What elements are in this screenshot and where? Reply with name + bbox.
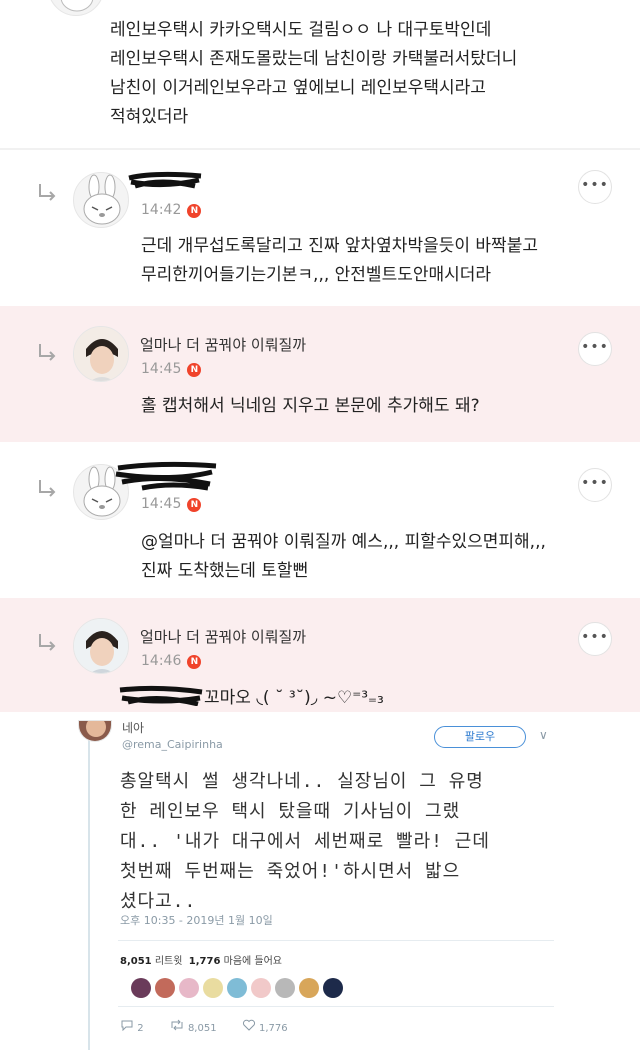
- divider: [118, 940, 554, 941]
- avatar[interactable]: [73, 172, 129, 228]
- tweet-text: 총알택시 썰 생각나네.. 실장님이 그 유명 한 레인보우 택시 탔을때 기사…: [120, 771, 490, 912]
- new-badge: N: [187, 363, 202, 377]
- liker-avatar[interactable]: [131, 978, 151, 998]
- mention-link[interactable]: @얼마나 더 꿈꿔야 이뤄질까: [141, 532, 346, 552]
- comment-5: 얼마나 더 꿈꿔야 이뤄질까 14:46 N ••• 꼬마오 ◟( ˘ ³˘)◞ …: [0, 598, 640, 712]
- tweet-author-name[interactable]: 네아: [122, 719, 144, 736]
- liker-avatar[interactable]: [299, 978, 319, 998]
- avatar[interactable]: [73, 326, 129, 382]
- comment-text: @얼마나 더 꿈꿔야 이뤄질까 예스,,, 피할수있으면피해,,, 진짜 도착했…: [141, 532, 546, 581]
- like-count[interactable]: 1,776: [189, 956, 221, 967]
- reply-action[interactable]: 2: [120, 1019, 144, 1034]
- profile-photo-icon: [74, 327, 128, 381]
- retweet-icon: [171, 1019, 183, 1031]
- new-badge: N: [187, 655, 202, 669]
- tweet-thread-line: [88, 728, 90, 1050]
- reply-arrow-icon: [39, 634, 56, 651]
- comment-time: 14:42 N: [141, 202, 202, 218]
- follow-button[interactable]: 팔로우: [434, 726, 526, 748]
- more-options-button[interactable]: •••: [578, 468, 612, 502]
- divider: [118, 1006, 554, 1007]
- retweet-action[interactable]: 8,051: [169, 1019, 217, 1034]
- reply-arrow-icon: [39, 480, 56, 497]
- chevron-down-icon[interactable]: ∨: [539, 728, 548, 742]
- avatar[interactable]: [73, 618, 129, 674]
- tweet-timestamp[interactable]: 오후 10:35 - 2019년 1월 10일: [120, 912, 273, 928]
- comment-time: 14:45 N: [141, 361, 202, 377]
- heart-icon: [242, 1019, 255, 1031]
- more-options-button[interactable]: •••: [578, 332, 612, 366]
- reply-arrow-icon: [39, 344, 56, 361]
- comment-3: 얼마나 더 꿈꿔야 이뤄질까 14:45 N ••• 홀 캡처해서 닉네임 지우고…: [0, 306, 640, 442]
- comment-nickname[interactable]: 얼마나 더 꿈꿔야 이뤄질까: [140, 626, 306, 647]
- reply-icon: [121, 1020, 133, 1032]
- liker-avatar[interactable]: [227, 978, 247, 998]
- comment-time: 14:46 N: [141, 653, 202, 669]
- like-label: 마음에 들어요: [223, 956, 283, 967]
- redacted-mention: [119, 685, 203, 706]
- comment-text: 근데 개무섭도록달리고 진짜 앞차옆차박을듯이 바짝붙고 무리한끼어들기는기본ㅋ…: [141, 236, 538, 285]
- comment-text: 꼬마오 ◟( ˘ ³˘)◞ ~♡⁼³₌₃: [204, 688, 384, 708]
- comment-1: 레인보우택시 카카오택시도 걸림ㅇㅇ 나 대구토박인데 레인보우택시 존재도몰랐…: [0, 0, 640, 148]
- liker-avatar[interactable]: [203, 978, 223, 998]
- like-action[interactable]: 1,776: [242, 1019, 288, 1034]
- liker-avatar[interactable]: [155, 978, 175, 998]
- redacted-nickname: [115, 461, 217, 491]
- new-badge: N: [187, 204, 202, 218]
- liker-avatar[interactable]: [323, 978, 343, 998]
- comment-time: 14:45 N: [141, 496, 202, 512]
- comment-nickname[interactable]: 얼마나 더 꿈꿔야 이뤄질까: [140, 334, 306, 355]
- retweet-count[interactable]: 8,051: [120, 956, 152, 967]
- comment-text: 레인보우택시 카카오택시도 걸림ㅇㅇ 나 대구토박인데 레인보우택시 존재도몰랐…: [110, 20, 518, 127]
- avatar[interactable]: [48, 0, 104, 16]
- retweet-label: 리트윗: [154, 956, 183, 967]
- comment-text: 홀 캡처해서 닉네임 지우고 본문에 추가해도 돼?: [141, 396, 480, 416]
- profile-photo-icon: [74, 619, 128, 673]
- more-options-button[interactable]: •••: [578, 622, 612, 656]
- more-options-button[interactable]: •••: [578, 170, 612, 204]
- liker-avatar[interactable]: [275, 978, 295, 998]
- liker-avatar[interactable]: [251, 978, 271, 998]
- comment-4: 14:45 N ••• @얼마나 더 꿈꿔야 이뤄질까 예스,,, 피할수있으면피…: [0, 446, 640, 594]
- tweet-stats: 8,051 리트윗 1,776 마음에 들어요: [120, 952, 282, 967]
- comment-2: 14:42 N ••• 근데 개무섭도록달리고 진짜 앞차옆차박을듯이 바짝붙고 …: [0, 150, 640, 298]
- redacted-nickname: [128, 171, 202, 189]
- bunny-avatar-icon: [83, 174, 121, 225]
- liker-avatar[interactable]: [179, 978, 199, 998]
- tweet-author-handle[interactable]: @rema_Caipirinha: [122, 738, 223, 751]
- new-badge: N: [187, 498, 202, 512]
- reply-arrow-icon: [39, 184, 56, 201]
- tweet-actions: 2 8,051 1,776: [120, 1019, 288, 1034]
